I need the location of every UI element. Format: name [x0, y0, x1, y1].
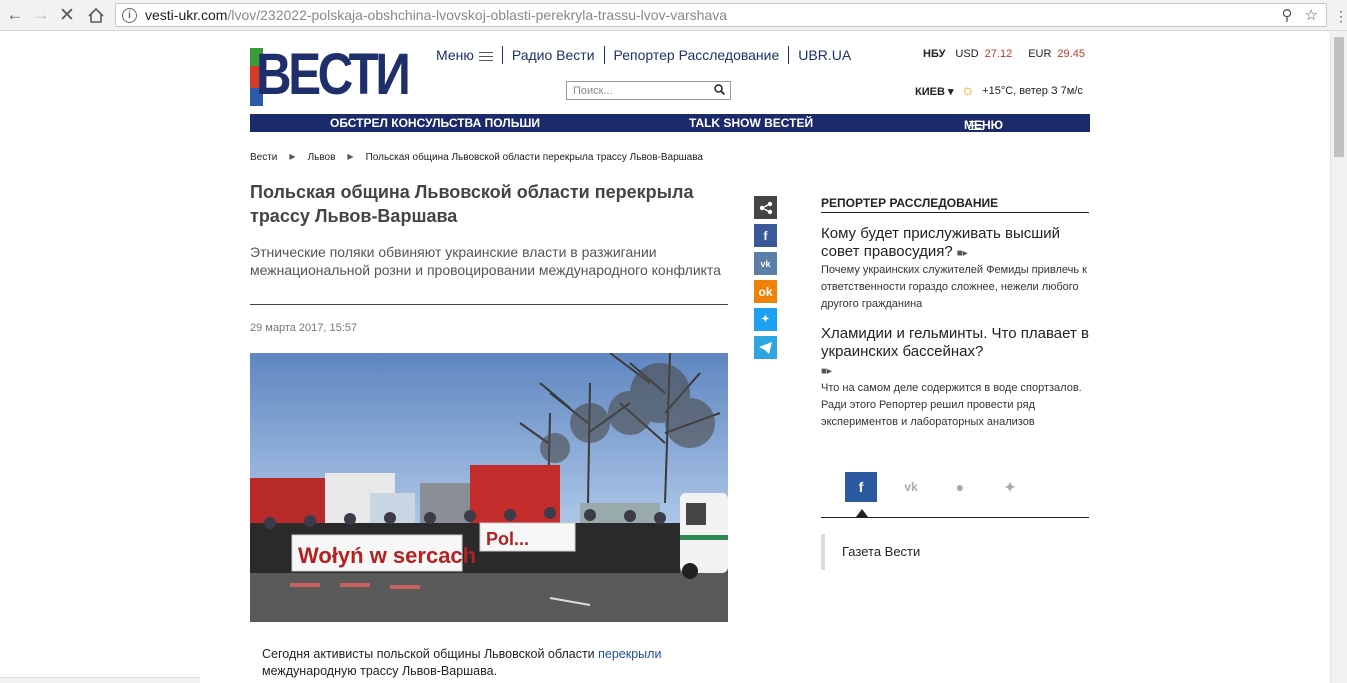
hamburger-icon	[478, 49, 493, 64]
address-bar[interactable]: i vesti-ukr.com/lvov/232022-polskaja-obs…	[115, 3, 1327, 27]
sun-icon: ☼	[960, 82, 976, 99]
video-camera-icon: ■▸	[821, 366, 833, 377]
stop-loading-icon[interactable]: ✕	[56, 4, 78, 26]
sidebar-article-title-2[interactable]: Хламидии и гельминты. Что плавает в укра…	[821, 325, 1089, 381]
status-bar	[0, 677, 200, 683]
url-domain: vesti-ukr.com	[145, 7, 228, 23]
article-photo: Wołyń w sercach Pol...	[250, 353, 728, 622]
sidebar-article-desc-2: Что на самом деле содержится в воде спор…	[821, 382, 1082, 428]
nav-menu[interactable]: Меню	[436, 46, 503, 64]
odnoklassniki-icon[interactable]: ok	[754, 280, 777, 303]
exchange-rates: НБУ USD 27.12 EUR 29.45	[923, 48, 1095, 60]
weather-city[interactable]: КИЕВ ▾	[915, 85, 953, 98]
forward-arrow-icon[interactable]: →	[30, 4, 52, 26]
body-text-1: Сегодня активисты польской общины Львовс…	[262, 647, 599, 661]
telegram-icon[interactable]	[754, 336, 777, 359]
breadcrumb-current: Польская община Львовской области перекр…	[365, 152, 703, 163]
photo-banner-text-2: Pol...	[486, 529, 529, 549]
sidebar-article-title-1[interactable]: Кому будет прислуживать высший совет пра…	[821, 225, 1089, 263]
article-lead: Этнические поляки обвиняют украинские вл…	[250, 244, 721, 278]
browser-toolbar: ← → ✕ i vesti-ukr.com/lvov/232022-polska…	[0, 0, 1347, 31]
divider	[250, 304, 728, 305]
sidebar-article-title-1-text: Кому будет прислуживать высший совет пра…	[821, 225, 1061, 260]
nav-radio[interactable]: Радио Вести	[503, 46, 605, 64]
back-arrow-icon[interactable]: ←	[4, 4, 26, 26]
search-placeholder: Поиск...	[573, 84, 613, 97]
sidebar-article-desc-1: Почему украинских служителей Фемиды прив…	[821, 264, 1087, 310]
breadcrumb-home[interactable]: Вести	[250, 152, 277, 163]
url-path: /lvov/232022-polskaja-obshchina-lvovskoj…	[227, 7, 728, 23]
usd-label: USD	[955, 48, 979, 60]
weather-widget: КИЕВ ▾ ☼ +15°С, ветер З 7м/с	[915, 82, 1083, 100]
weather-city-label: КИЕВ	[915, 85, 945, 98]
nav-reporter[interactable]: Репортер Расследование	[605, 46, 790, 64]
tab-odnoklassniki-icon[interactable]: ●	[944, 472, 976, 502]
site-logo[interactable]: ВЕСТИ	[250, 44, 411, 106]
breadcrumb-arrow-icon: ▶	[347, 152, 354, 161]
sidebar-article-title-2-text: Хламидии и гельминты. Что плавает в укра…	[821, 325, 1089, 360]
eur-value: 29.45	[1057, 48, 1085, 60]
search-input[interactable]: Поиск...	[566, 81, 731, 100]
nav-ubr[interactable]: UBR.UA	[789, 46, 860, 64]
usd-value: 27.12	[984, 48, 1013, 60]
breadcrumb-arrow-icon: ▶	[289, 152, 296, 161]
nav-menu-label: Меню	[436, 47, 474, 63]
browser-menu-icon[interactable]: ⋮	[1330, 5, 1347, 27]
hamburger-icon	[969, 118, 984, 133]
body-link[interactable]: перекрыли	[598, 647, 661, 661]
tab-twitter-icon[interactable]: ✦	[994, 472, 1026, 502]
tab-facebook-icon[interactable]: f	[845, 472, 877, 502]
weather-text: +15°С, ветер З 7м/с	[982, 85, 1083, 97]
rates-nbu-label: НБУ	[923, 48, 946, 60]
scrollbar[interactable]	[1330, 31, 1347, 683]
gazeta-vesti-link[interactable]: Газета Вести	[821, 534, 1089, 570]
topics-bar: ОБСТРЕЛ КОНСУЛЬСТВА ПОЛЬШИ TALK SHOW ВЕС…	[250, 114, 1090, 132]
zoom-search-icon[interactable]: ⚲	[1282, 6, 1293, 24]
photo-banner-text: Wołyń w sercach	[298, 543, 476, 568]
article-title: Польская община Львовской области перекр…	[250, 182, 694, 226]
video-camera-icon: ■▸	[956, 248, 968, 259]
logo-text: ВЕСТИ	[256, 42, 411, 107]
article-body: Сегодня активисты польской общины Львовс…	[262, 646, 722, 680]
tab-vk-icon[interactable]: vk	[895, 472, 927, 502]
sidebar-section-title[interactable]: РЕПОРТЕР РАССЛЕДОВАНИЕ	[821, 196, 1089, 213]
breadcrumb-section[interactable]: Львов	[308, 152, 336, 163]
home-icon[interactable]	[85, 4, 107, 26]
scrollbar-thumb[interactable]	[1334, 37, 1344, 157]
article-date: 29 марта 2017, 15:57	[250, 322, 358, 334]
top-navigation: Меню Радио Вести Репортер Расследование …	[436, 46, 860, 64]
share-icon[interactable]	[754, 196, 777, 219]
active-tab-pointer	[856, 509, 868, 517]
share-buttons: f vk ok ✦	[754, 196, 777, 359]
facebook-icon[interactable]: f	[754, 224, 777, 247]
info-icon[interactable]: i	[122, 7, 137, 23]
twitter-icon[interactable]: ✦	[754, 308, 777, 331]
topic-link-1[interactable]: ОБСТРЕЛ КОНСУЛЬСТВА ПОЛЬШИ	[330, 116, 540, 130]
body-text-2: международную трассу Львов-Варшава.	[262, 664, 498, 678]
bookmark-star-icon[interactable]: ☆	[1305, 6, 1318, 24]
topic-link-2[interactable]: TALK SHOW ВЕСТЕЙ	[689, 116, 813, 130]
breadcrumb: Вести ▶ Львов ▶ Польская община Львовско…	[250, 152, 703, 163]
search-icon[interactable]	[714, 84, 726, 98]
eur-label: EUR	[1028, 48, 1052, 60]
vk-icon[interactable]: vk	[754, 252, 777, 275]
